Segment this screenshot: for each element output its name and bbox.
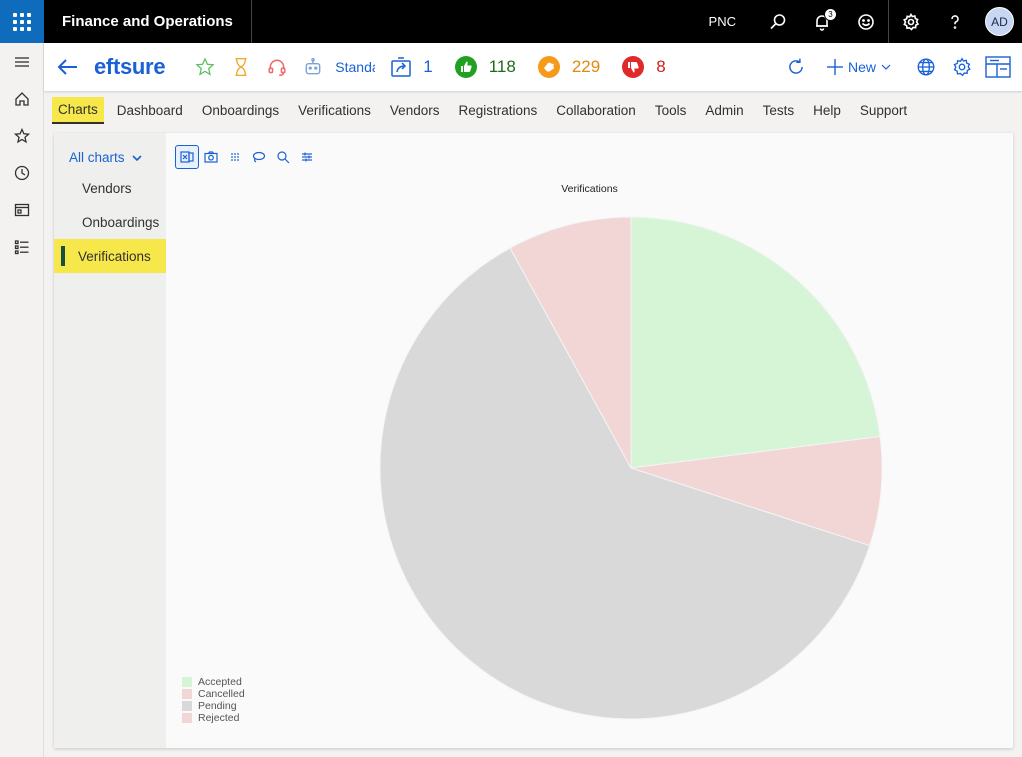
back-arrow-icon [57, 59, 77, 75]
menu-item-help[interactable]: Help [807, 98, 847, 123]
main-menu: Charts Dashboard Onboardings Verificatio… [44, 91, 1022, 129]
page-header: eftsure Standard 1 118 229 8 [44, 43, 1022, 91]
workspace-icon [14, 203, 30, 216]
workspace-count: 1 [423, 57, 433, 76]
legend-item-cancelled[interactable]: Cancelled [182, 688, 245, 700]
search-icon [770, 13, 786, 29]
legend-swatch [182, 689, 192, 699]
refresh-button[interactable] [778, 57, 814, 77]
approved-counter[interactable]: 118 [454, 56, 516, 78]
layout-icon [985, 56, 1011, 78]
search-button[interactable] [756, 0, 800, 43]
legend-label: Rejected [198, 712, 240, 724]
star-outline-icon [195, 57, 215, 76]
share-box-icon [391, 57, 412, 77]
home-button[interactable] [0, 80, 44, 117]
menu-item-verifications[interactable]: Verifications [292, 98, 377, 123]
legend-swatch [182, 677, 192, 687]
legend-label: Accepted [198, 676, 242, 688]
favorite-button[interactable] [187, 57, 223, 77]
waffle-icon [13, 12, 31, 31]
feedback-button[interactable] [844, 0, 888, 43]
legend-swatch [182, 713, 192, 723]
plus-icon [826, 59, 843, 75]
question-icon [951, 14, 959, 29]
legend-label: Cancelled [198, 688, 245, 700]
pie-chart[interactable] [54, 133, 1013, 748]
menu-item-admin[interactable]: Admin [699, 98, 749, 123]
pending-count: 229 [571, 57, 601, 76]
menu-item-collaboration[interactable]: Collaboration [550, 98, 642, 123]
menu-item-charts[interactable]: Charts [52, 96, 104, 124]
legend-swatch [182, 701, 192, 711]
menu-item-support[interactable]: Support [854, 98, 913, 123]
recent-button[interactable] [0, 154, 44, 191]
company-selector[interactable]: PNC [709, 14, 736, 29]
menu-item-tests[interactable]: Tests [757, 98, 801, 123]
smiley-icon [858, 13, 874, 30]
approved-count: 118 [488, 57, 516, 76]
legend-item-rejected[interactable]: Rejected [182, 712, 245, 724]
hamburger-icon [15, 56, 29, 67]
chevron-down-icon [881, 64, 891, 70]
pie-slice-accepted[interactable] [630, 216, 881, 469]
chart-legend: Accepted Cancelled Pending Rejected [182, 676, 245, 724]
standard-label[interactable]: Standard [335, 59, 375, 75]
globe-button[interactable] [908, 57, 944, 77]
legend-item-accepted[interactable]: Accepted [182, 676, 245, 688]
gear-icon [953, 57, 971, 77]
chart-card: All charts Vendors Onboardings Verificat… [54, 133, 1013, 748]
menu-item-onboardings[interactable]: Onboardings [196, 98, 285, 123]
workspaces-button[interactable] [0, 191, 44, 228]
back-button[interactable] [48, 58, 88, 76]
new-button-label: New [847, 59, 876, 75]
thumbs-down-icon [622, 56, 645, 78]
layout-button[interactable] [980, 56, 1016, 78]
new-button[interactable]: New [826, 58, 892, 76]
thumbs-up-icon [454, 56, 477, 78]
rejected-count: 8 [656, 57, 666, 76]
top-bar: Finance and Operations PNC 3 AD [0, 0, 1022, 43]
eftsure-logo: eftsure [94, 54, 166, 79]
gear-icon [903, 12, 920, 31]
robot-icon [305, 57, 321, 75]
help-button[interactable] [933, 0, 977, 43]
hamburger-button[interactable] [0, 43, 44, 80]
favorites-button[interactable] [0, 117, 44, 154]
nav-rail [0, 43, 44, 757]
globe-icon [917, 58, 935, 76]
clock-icon [14, 165, 30, 180]
rejected-counter[interactable]: 8 [622, 56, 666, 78]
modules-button[interactable] [0, 228, 44, 265]
hourglass-button[interactable] [223, 57, 259, 77]
notification-badge: 3 [824, 8, 837, 21]
app-title[interactable]: Finance and Operations [44, 0, 252, 43]
headset-icon [268, 59, 286, 77]
list-icon [14, 239, 29, 254]
hourglass-icon [235, 58, 247, 76]
legend-item-pending[interactable]: Pending [182, 700, 245, 712]
notifications-button[interactable]: 3 [800, 0, 844, 43]
support-button[interactable] [259, 57, 295, 77]
refresh-icon [789, 58, 803, 74]
workspace-counter[interactable]: 1 [389, 55, 433, 79]
app-launcher-button[interactable] [0, 0, 44, 43]
hand-icon [537, 56, 560, 78]
star-icon [14, 127, 30, 143]
page-settings-button[interactable] [944, 57, 980, 77]
menu-item-dashboard[interactable]: Dashboard [111, 98, 189, 123]
legend-label: Pending [198, 700, 237, 712]
menu-item-vendors[interactable]: Vendors [384, 98, 446, 123]
user-avatar[interactable]: AD [985, 7, 1014, 36]
bot-button[interactable] [295, 57, 331, 77]
settings-button[interactable] [889, 0, 933, 43]
menu-item-registrations[interactable]: Registrations [452, 98, 543, 123]
pending-counter[interactable]: 229 [537, 56, 601, 78]
home-icon [15, 91, 29, 106]
menu-item-tools[interactable]: Tools [649, 98, 693, 123]
